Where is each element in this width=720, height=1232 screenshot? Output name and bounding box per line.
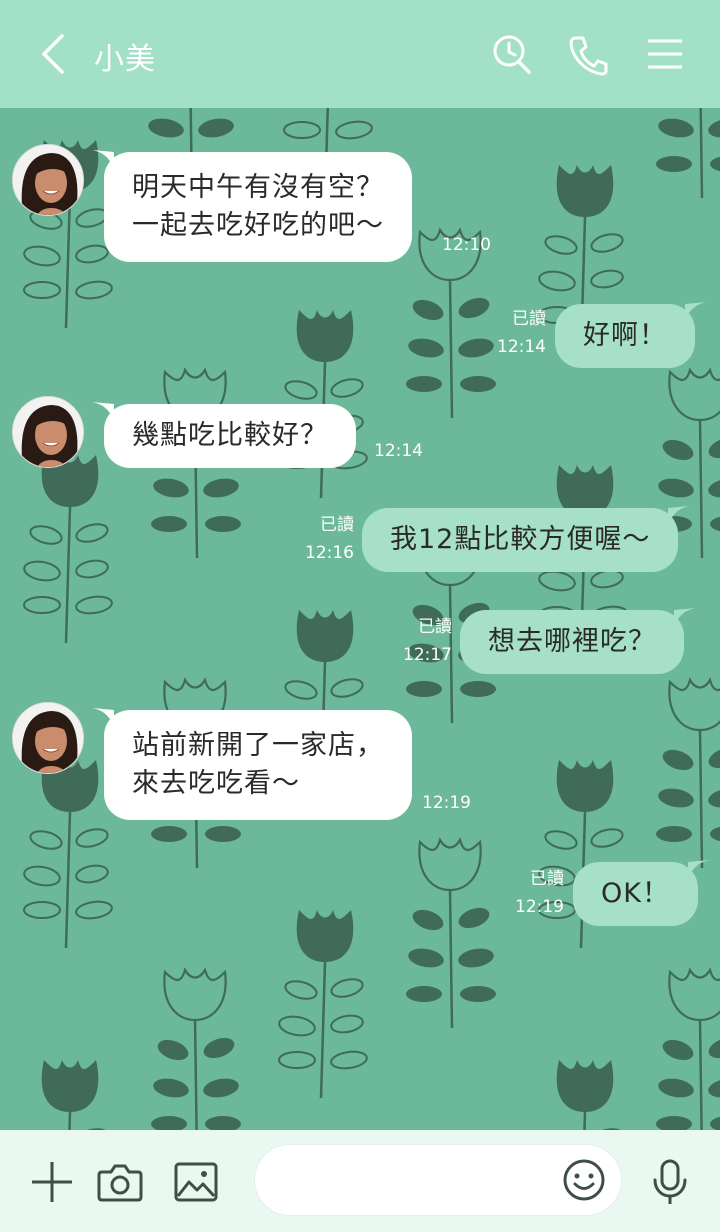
bubble-tail — [674, 608, 696, 626]
chat-area[interactable]: 明天中午有沒有空？ 一起去吃好吃的吧～ 12:10 已讀 12:14 好啊！ 幾… — [0, 108, 720, 1130]
message-time: 12:14 — [497, 337, 546, 357]
message-text: 想去哪裡吃？ — [488, 626, 656, 657]
message-text: 好啊！ — [583, 320, 667, 351]
message-bubble-incoming[interactable]: 站前新開了一家店， 來去吃吃看～ — [92, 708, 412, 820]
message-bubble-incoming[interactable]: 幾點吃比較好？ — [92, 402, 356, 468]
chat-header: 小美 — [0, 0, 720, 108]
message-text: 來去吃吃看～ — [132, 768, 300, 799]
search-history-icon[interactable] — [490, 30, 534, 78]
message-time: 12:16 — [305, 543, 354, 563]
message-input[interactable] — [254, 1144, 622, 1216]
contact-avatar[interactable] — [12, 396, 84, 468]
message-time: 12:17 — [403, 645, 452, 665]
message-bubble-incoming[interactable]: 明天中午有沒有空？ 一起去吃好吃的吧～ — [92, 150, 412, 262]
bubble-tail — [685, 302, 707, 320]
message-bubble-outgoing[interactable]: 好啊！ — [555, 302, 707, 368]
message-bubble-outgoing[interactable]: OK！ — [573, 860, 710, 926]
contact-avatar[interactable] — [12, 702, 84, 774]
read-receipt: 已讀 — [530, 869, 564, 889]
message-time: 12:19 — [515, 897, 564, 917]
message-text: 幾點吃比較好？ — [132, 420, 328, 451]
read-receipt: 已讀 — [320, 515, 354, 535]
bubble-tail — [668, 506, 691, 524]
bubble-tail — [92, 402, 114, 420]
message-time: 12:19 — [422, 793, 471, 813]
menu-icon[interactable] — [644, 30, 688, 78]
back-icon[interactable] — [34, 30, 74, 78]
camera-icon[interactable] — [96, 1158, 144, 1206]
plus-icon[interactable] — [28, 1158, 76, 1206]
bubble-tail — [92, 708, 114, 726]
message-text: 明天中午有沒有空？ — [132, 172, 384, 203]
read-receipt: 已讀 — [512, 309, 546, 329]
message-text: 一起去吃好吃的吧～ — [132, 210, 384, 241]
avatar-portrait — [13, 397, 83, 467]
emoji-icon[interactable] — [561, 1157, 607, 1203]
message-text: 站前新開了一家店， — [132, 730, 384, 761]
bubble-tail — [92, 150, 114, 168]
avatar-portrait — [13, 703, 83, 773]
avatar-portrait — [13, 145, 83, 215]
message-bubble-outgoing[interactable]: 想去哪裡吃？ — [460, 608, 696, 674]
message-text: 我12點比較方便喔～ — [390, 524, 651, 555]
image-icon[interactable] — [172, 1158, 220, 1206]
contact-avatar[interactable] — [12, 144, 84, 216]
message-text: OK！ — [601, 878, 670, 909]
message-time: 12:14 — [374, 441, 423, 461]
bubble-tail — [687, 860, 710, 878]
message-time: 12:10 — [442, 235, 491, 255]
chat-title: 小美 — [94, 42, 156, 77]
microphone-icon[interactable] — [646, 1158, 694, 1206]
message-bubble-outgoing[interactable]: 我12點比較方便喔～ — [362, 506, 691, 572]
phone-icon[interactable] — [566, 30, 610, 78]
read-receipt: 已讀 — [418, 617, 452, 637]
message-composer — [0, 1130, 720, 1232]
